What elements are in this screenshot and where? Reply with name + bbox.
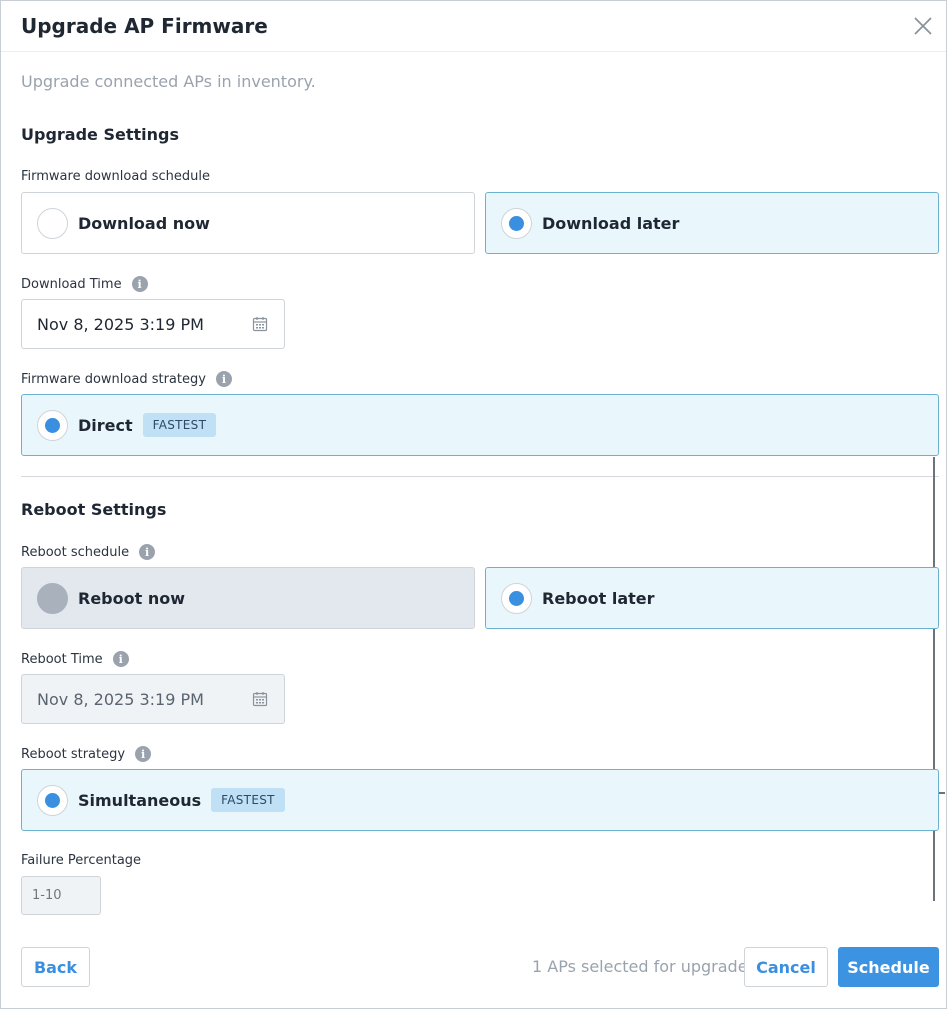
back-button[interactable]: Back [21,947,90,987]
failure-percentage-label: Failure Percentage [21,853,142,868]
cancel-button[interactable]: Cancel [744,947,828,987]
info-icon[interactable]: i [112,651,129,667]
section-divider [21,476,939,477]
radio-selected-dot [45,792,60,808]
download-time-label: Download Time i [21,276,148,292]
download-time-value: Nov 8, 2025 3:19 PM [37,314,204,334]
upgrade-settings-title: Upgrade Settings [21,125,179,144]
upgrade-firmware-dialog: Upgrade AP Firmware Upgrade connected AP… [0,0,947,1009]
reboot-schedule-label: Reboot schedule i [21,544,156,560]
download-now-radio[interactable] [37,207,68,239]
reboot-now-label: Reboot now [78,588,185,608]
info-icon[interactable]: i [139,544,156,560]
dialog-header: Upgrade AP Firmware [1,1,946,52]
info-icon[interactable]: i [131,276,148,292]
radio-selected-dot [45,417,60,433]
direct-strategy-radio[interactable] [37,409,68,441]
calendar-icon[interactable] [252,316,268,332]
download-later-label: Download later [542,213,680,233]
selection-status: 1 APs selected for upgrade [532,957,748,976]
reboot-strategy-label: Reboot strategy i [21,746,152,762]
download-later-option[interactable]: Download later [485,192,939,254]
dialog-title: Upgrade AP Firmware [21,14,268,38]
fastest-badge: FASTEST [142,413,217,437]
radio-selected-dot [509,215,524,231]
schedule-button[interactable]: Schedule [838,947,939,987]
reboot-settings-title: Reboot Settings [21,500,167,519]
reboot-later-label: Reboot later [542,588,655,608]
simultaneous-strategy-label: Simultaneous [78,790,202,810]
download-now-option[interactable]: Download now [21,192,475,254]
close-button[interactable] [911,14,935,38]
calendar-icon[interactable] [252,691,268,707]
reboot-time-input[interactable]: Nov 8, 2025 3:19 PM [21,674,285,724]
info-icon[interactable]: i [135,746,152,762]
simultaneous-strategy-radio[interactable] [37,784,68,816]
reboot-time-label: Reboot Time i [21,651,129,667]
reboot-later-option[interactable]: Reboot later [485,567,939,629]
direct-strategy-option[interactable]: Direct FASTEST [21,394,939,456]
fastest-badge: FASTEST [211,788,285,812]
reboot-later-radio[interactable] [501,582,532,614]
close-icon [914,17,932,35]
dialog-subtitle: Upgrade connected APs in inventory. [21,72,316,91]
radio-selected-dot [509,590,524,606]
info-icon[interactable]: i [215,371,232,387]
reboot-now-radio [37,582,68,614]
reboot-time-value: Nov 8, 2025 3:19 PM [37,689,204,709]
download-now-label: Download now [78,213,210,233]
download-strategy-label: Firmware download strategy i [21,371,232,387]
failure-percentage-input[interactable] [21,876,101,915]
direct-strategy-label: Direct [78,415,133,435]
download-time-input[interactable]: Nov 8, 2025 3:19 PM [21,299,285,349]
connector-line [933,457,935,901]
download-later-radio[interactable] [501,207,532,239]
reboot-now-option: Reboot now [21,567,475,629]
download-schedule-label: Firmware download schedule [21,169,210,184]
simultaneous-strategy-option[interactable]: Simultaneous FASTEST [21,769,939,831]
